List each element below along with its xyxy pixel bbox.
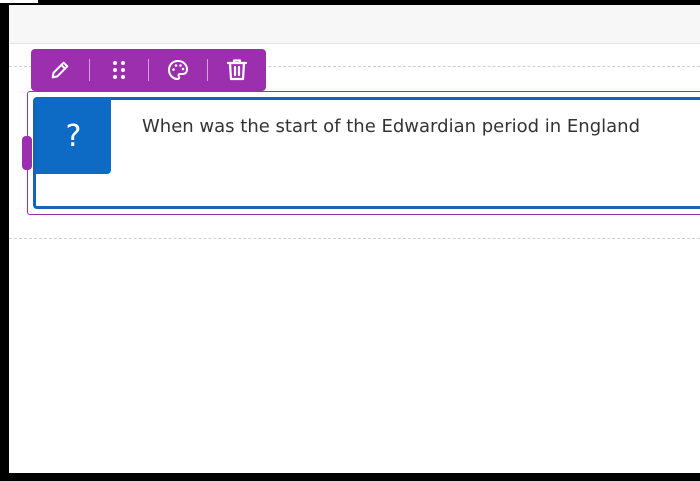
question-badge: ? xyxy=(36,98,111,174)
drag-handle-icon xyxy=(111,59,127,81)
style-button[interactable] xyxy=(149,49,207,91)
top-bar xyxy=(9,5,700,44)
block-resize-handle[interactable] xyxy=(22,136,32,170)
corner-mark xyxy=(0,0,38,4)
question-card[interactable] xyxy=(33,97,700,209)
delete-button[interactable] xyxy=(208,49,266,91)
trash-icon xyxy=(226,58,248,82)
palette-icon xyxy=(166,58,190,82)
edit-button[interactable] xyxy=(31,49,89,91)
pencil-icon xyxy=(49,59,71,81)
drop-zone-bottom-divider xyxy=(9,238,700,239)
question-text[interactable]: When was the start of the Edwardian peri… xyxy=(142,116,640,137)
drag-button[interactable] xyxy=(90,49,148,91)
question-mark-icon: ? xyxy=(65,118,82,154)
block-toolbar xyxy=(31,49,266,91)
